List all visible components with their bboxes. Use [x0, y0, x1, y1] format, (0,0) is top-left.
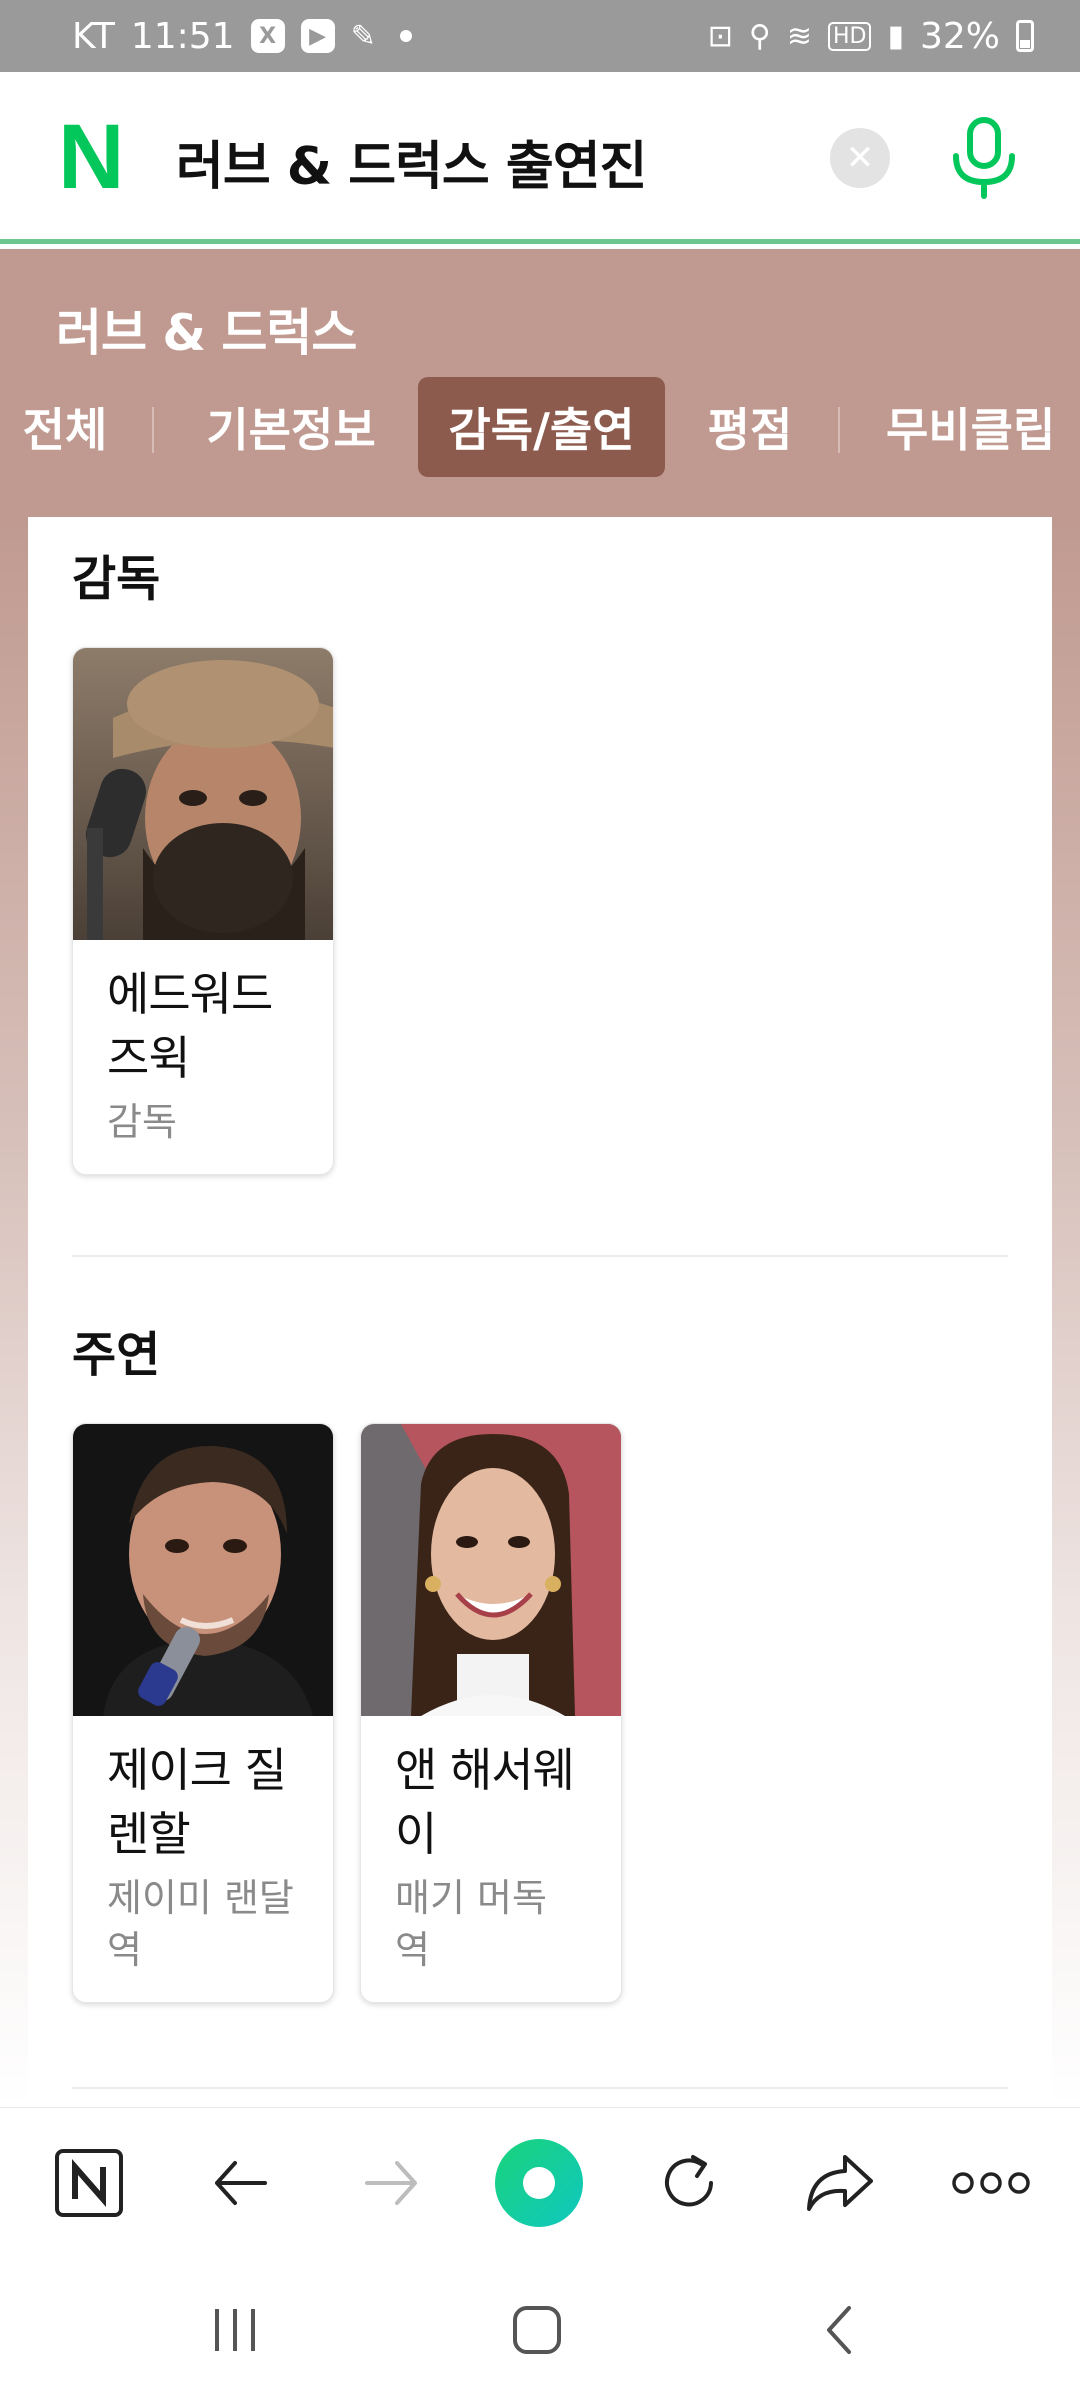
- person-name: 제이크 질렌할: [107, 1743, 287, 1861]
- tab-rating[interactable]: 평점: [690, 377, 810, 477]
- search-header: N 러브 & 드럭스 출연진 ✕: [0, 72, 1080, 244]
- battery-icon: [1016, 20, 1034, 52]
- clock: 11:51: [130, 15, 235, 57]
- naver-home-button[interactable]: [44, 2138, 134, 2228]
- hd-icon: HD: [827, 21, 872, 51]
- person-photo: [361, 1424, 621, 1716]
- section-title-lead: 주연: [72, 1327, 161, 1383]
- home-icon: [513, 2306, 561, 2354]
- person-photo: [73, 648, 333, 940]
- microphone-icon: [953, 117, 1015, 199]
- forward-button[interactable]: [346, 2138, 436, 2228]
- actress-photo: [361, 1424, 621, 1716]
- back-arrow-icon: [215, 2161, 267, 2205]
- tab-separator: [838, 407, 840, 453]
- refresh-button[interactable]: [644, 2138, 734, 2228]
- person-role: 감독: [107, 1100, 177, 1144]
- status-left: KT 11:51 X ▶ ✎: [72, 16, 412, 57]
- person-card-director[interactable]: 에드워드 즈윅 감독: [72, 647, 334, 1175]
- back-button[interactable]: [196, 2138, 286, 2228]
- green-dot-button[interactable]: [494, 2138, 584, 2228]
- search-query[interactable]: 러브 & 드럭스 출연진: [176, 124, 647, 199]
- notification-icon: ✎: [350, 18, 376, 54]
- more-notifications-dot: [399, 30, 412, 42]
- section-divider: [72, 2087, 1008, 2089]
- status-bar: KT 11:51 X ▶ ✎ ⊡ ⚲ ≋ HD ▮ 32%: [0, 0, 1080, 72]
- clear-search-button[interactable]: ✕: [830, 128, 890, 188]
- share-button[interactable]: [794, 2138, 884, 2228]
- tab-bar: 전체 기본정보 감독/출연 평점 무비클립: [0, 377, 1080, 477]
- carrier-label: KT: [72, 15, 115, 57]
- system-back-button[interactable]: [794, 2295, 884, 2365]
- more-icon: [952, 2172, 1030, 2194]
- tab-cast[interactable]: 감독/출연: [418, 377, 665, 477]
- cast-content: 감독 에드워드 즈윅 감독 주연 제이크 질렌할 제이미 랜달 역 앤 해서웨이…: [28, 517, 1052, 2107]
- person-photo: [73, 1424, 333, 1716]
- tab-separator: [152, 407, 154, 453]
- close-icon: ✕: [845, 138, 875, 178]
- naver-home-icon: [55, 2149, 123, 2217]
- signal-icon: ▮: [887, 18, 904, 54]
- person-name: 앤 해서웨이: [395, 1743, 575, 1861]
- share-icon: [807, 2155, 873, 2211]
- tab-movie-clip[interactable]: 무비클립: [872, 377, 1080, 477]
- lock-icon: ⊡: [707, 18, 733, 54]
- person-role: 제이미 랜달 역: [107, 1876, 294, 1972]
- battery-percent: 32%: [919, 15, 1000, 57]
- home-button[interactable]: [492, 2295, 582, 2365]
- movie-title[interactable]: 러브 & 드럭스: [56, 293, 357, 365]
- system-nav-bar: [0, 2255, 1080, 2400]
- chevron-left-icon: [827, 2306, 851, 2354]
- recent-apps-button[interactable]: [190, 2295, 280, 2365]
- person-name: 에드워드 즈윅: [107, 967, 273, 1085]
- section-title-director: 감독: [72, 551, 161, 607]
- more-button[interactable]: [946, 2138, 1036, 2228]
- browser-toolbar: [0, 2107, 1080, 2255]
- movie-header: 러브 & 드럭스 전체 기본정보 감독/출연 평점 무비클립: [0, 249, 1080, 517]
- recent-apps-icon: [215, 2309, 255, 2351]
- refresh-icon: [665, 2155, 713, 2207]
- section-divider: [72, 1255, 1008, 1257]
- actor-photo: [73, 1424, 333, 1716]
- forward-arrow-icon: [365, 2161, 417, 2205]
- wifi-icon: ≋: [786, 18, 812, 54]
- naver-logo[interactable]: N: [58, 111, 132, 203]
- x-app-icon: X: [250, 19, 285, 53]
- person-role: 매기 머독 역: [395, 1876, 547, 1972]
- youtube-icon: ▶: [300, 19, 335, 53]
- person-card-lead-1[interactable]: 제이크 질렌할 제이미 랜달 역: [72, 1423, 334, 2003]
- voice-search-button[interactable]: [944, 116, 1024, 200]
- director-photo: [73, 648, 333, 940]
- person-card-lead-2[interactable]: 앤 해서웨이 매기 머독 역: [360, 1423, 622, 2003]
- tab-all[interactable]: 전체: [0, 377, 130, 477]
- tab-basic-info[interactable]: 기본정보: [186, 377, 396, 477]
- status-right: ⊡ ⚲ ≋ HD ▮ 32%: [708, 16, 1034, 57]
- green-dot-icon: [495, 2139, 583, 2227]
- location-icon: ⚲: [748, 18, 771, 54]
